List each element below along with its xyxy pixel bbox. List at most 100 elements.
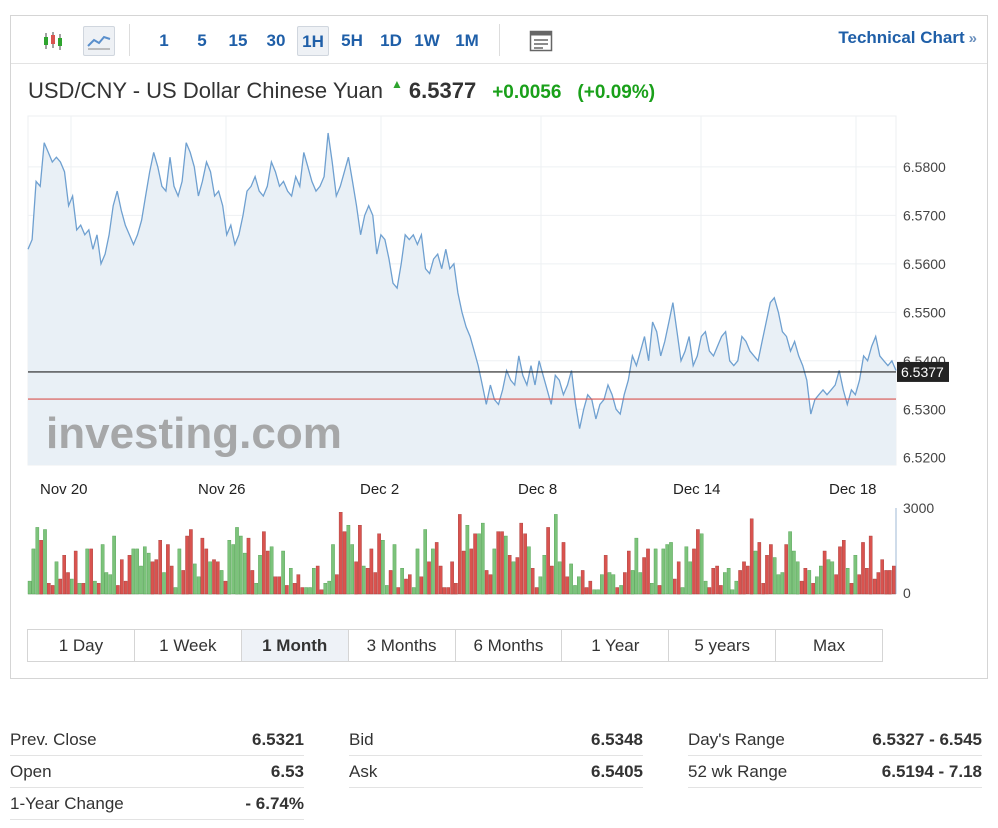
volume-bar (600, 574, 604, 595)
volume-bar (707, 587, 712, 595)
volume-bar (47, 583, 51, 595)
volume-bar (849, 583, 854, 595)
x-tick-label: Dec 18 (829, 481, 877, 498)
volume-bar (630, 570, 635, 595)
volume-bar (573, 585, 577, 595)
volume-bar (39, 540, 43, 595)
range-3-months[interactable]: 3 Months (349, 630, 456, 661)
volume-bar (81, 583, 86, 595)
x-tick-label: Dec 8 (518, 481, 557, 498)
volume-bar (650, 583, 654, 595)
volume-bar (523, 533, 527, 595)
y-tick-label: 6.5300 (903, 401, 946, 417)
stat-label: Bid (349, 729, 374, 749)
volume-bar (450, 561, 454, 595)
volume-bar (638, 572, 643, 595)
volume-bar (496, 531, 501, 595)
volume-bar (834, 574, 838, 595)
volume-bar (254, 583, 259, 595)
volume-bar (561, 542, 566, 595)
volume-bar (715, 565, 719, 595)
volume-bar (661, 548, 666, 595)
volume-bar (235, 527, 239, 595)
volume-bar (166, 544, 170, 595)
volume-tick-label: 0 (903, 585, 911, 601)
volume-bar (388, 570, 393, 595)
stat-value: 6.53 (270, 761, 304, 781)
volume-bar (411, 587, 416, 595)
volume-bar (150, 561, 155, 595)
range-1-week[interactable]: 1 Week (135, 630, 242, 661)
volume-bar (131, 548, 136, 595)
volume-bar (669, 542, 673, 595)
volume-bar (865, 568, 869, 595)
volume-bar (803, 568, 808, 595)
price-chart: investing.com 6.5800 6.5700 6.5600 6.5500 6.5… (27, 115, 949, 601)
volume-bar (415, 548, 420, 595)
time-range-selector: 1 Day 1 Week 1 Month 3 Months 6 Months 1 Year… (27, 629, 883, 662)
volume-bar (730, 589, 735, 595)
volume-bar (826, 559, 831, 595)
volume-bar (116, 585, 120, 595)
volume-bar (369, 548, 374, 595)
volume-bar (442, 587, 447, 595)
x-tick-label: Nov 20 (40, 481, 88, 498)
stat-value: 6.5327 - 6.545 (872, 729, 982, 749)
volume-bar (127, 555, 132, 595)
volume-bar (726, 568, 731, 595)
volume-bar (100, 544, 105, 595)
volume-bar (400, 568, 404, 595)
volume-bar (784, 544, 788, 595)
volume-bar (381, 540, 385, 595)
volume-bar (185, 535, 189, 595)
range-1-month[interactable]: 1 Month (241, 630, 349, 661)
volume-bar (77, 583, 82, 595)
stats-column-2: Bid 6.5348 Ask 6.5405 (349, 724, 643, 788)
range-max[interactable]: Max (776, 630, 882, 661)
volume-bar (73, 550, 78, 595)
volume-bar (623, 572, 627, 595)
volume-bar (354, 561, 358, 595)
range-5-years[interactable]: 5 years (669, 630, 777, 661)
volume-bar (580, 570, 585, 595)
volume-bar (31, 548, 36, 595)
volume-bar (776, 574, 781, 595)
volume-bar (385, 585, 389, 595)
volume-bar (146, 552, 151, 595)
y-tick-label: 6.5500 (903, 304, 946, 320)
volume-bar (112, 535, 116, 595)
volume-bar (215, 561, 220, 595)
volume-bar (177, 548, 182, 595)
range-1-year[interactable]: 1 Year (562, 630, 670, 661)
volume-bar (676, 561, 681, 595)
volume-bar (749, 518, 754, 595)
stat-value: 6.5405 (591, 761, 643, 781)
volume-bar (192, 563, 197, 595)
volume-bar (373, 572, 378, 595)
volume-bar (811, 583, 815, 595)
volume-bar (54, 561, 59, 595)
volume-bar (507, 555, 512, 595)
volume-bar (308, 587, 312, 595)
range-6-months[interactable]: 6 Months (456, 630, 563, 661)
volume-bar (461, 550, 466, 595)
volume-bar (842, 540, 846, 595)
volume-bar (819, 565, 823, 595)
stat-label: Open (10, 761, 52, 781)
volume-bar (208, 561, 212, 595)
volume-bar (838, 546, 842, 595)
volume-bar (757, 542, 762, 595)
volume-bar (868, 535, 873, 595)
volume-bar (703, 580, 708, 595)
volume-bar (772, 557, 777, 595)
volume-bar (469, 548, 474, 595)
range-1-day[interactable]: 1 Day (28, 630, 135, 661)
volume-bar (281, 550, 285, 595)
volume-bar (792, 550, 796, 595)
volume-bar (431, 548, 435, 595)
stat-row: 52 wk Range 6.5194 - 7.18 (688, 756, 982, 788)
volume-bar (104, 572, 109, 595)
volume-bar (646, 548, 650, 595)
volume-bar (365, 568, 370, 595)
stat-label: Day's Range (688, 729, 785, 749)
